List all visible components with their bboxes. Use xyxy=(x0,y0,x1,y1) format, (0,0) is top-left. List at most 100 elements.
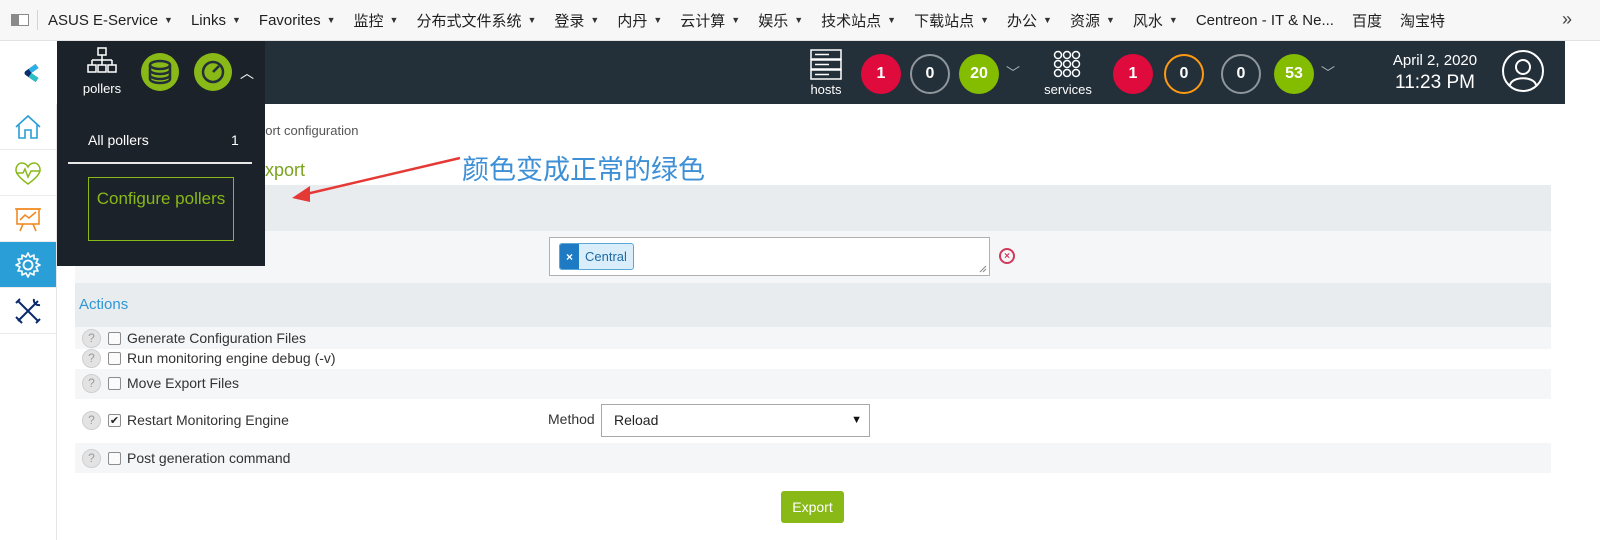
centreon-logo-icon xyxy=(24,63,38,82)
bookmark-label: 下载站点 xyxy=(914,12,975,30)
export-button[interactable]: Export xyxy=(781,491,844,523)
caret-down-icon: ▼ xyxy=(1043,15,1052,25)
bookmark-item[interactable]: ASUS E-Service ▼ xyxy=(48,12,173,29)
poller-dropdown: All pollers 1 Configure pollers xyxy=(57,104,265,266)
caret-down-icon: ▼ xyxy=(590,15,600,25)
bookmark-label: Favorites xyxy=(258,11,321,29)
bookmark-item[interactable]: 分布式文件系统 ▼ xyxy=(416,10,536,31)
hosts-unreachable-badge[interactable]: 0 xyxy=(910,54,950,94)
bookmark-label: 监控 xyxy=(353,12,384,30)
services-ok-badge[interactable]: 53 xyxy=(1274,54,1314,94)
home-icon xyxy=(15,114,41,139)
bookmark-label: 技术站点 xyxy=(821,12,882,30)
all-pollers-label[interactable]: All pollers xyxy=(88,132,149,148)
help-icon[interactable]: ? xyxy=(82,373,101,393)
caret-down-icon: ▼ xyxy=(980,15,990,25)
move-files-checkbox[interactable] xyxy=(108,376,121,390)
caret-down-icon: ▼ xyxy=(164,15,173,25)
services-unknown-badge[interactable]: 0 xyxy=(1221,54,1261,94)
action-label: Restart Monitoring Engine xyxy=(127,412,289,428)
bookmark-label: 娱乐 xyxy=(758,12,789,30)
restart-checkbox[interactable]: ✔ xyxy=(108,413,121,427)
resize-handle-icon[interactable] xyxy=(979,265,987,273)
hosts-server-icon xyxy=(810,49,842,80)
sidebar-item-configuration[interactable] xyxy=(0,242,56,288)
caret-down-icon: ▼ xyxy=(326,15,336,25)
bookmark-label: 分布式文件系统 xyxy=(416,12,522,30)
remove-poller-icon[interactable]: × xyxy=(560,244,579,269)
current-time: 11:23 PM xyxy=(1395,72,1475,93)
bookmark-item[interactable]: Centreon - IT & Ne... xyxy=(1196,12,1334,29)
services-chevron-down-icon[interactable]: ﹀ xyxy=(1321,63,1335,83)
bookmark-item[interactable]: 风水 ▼ xyxy=(1133,10,1178,31)
main-sidebar xyxy=(0,104,57,540)
bookmark-item[interactable]: 办公 ▼ xyxy=(1007,10,1052,31)
actions-section-title: Actions xyxy=(79,296,129,313)
bookmark-item[interactable]: 下载站点 ▼ xyxy=(914,10,989,31)
help-icon[interactable]: ? xyxy=(82,348,101,368)
bookmark-label: 百度 xyxy=(1351,12,1382,30)
sidebar-toggle-icon[interactable] xyxy=(11,14,29,26)
database-status-icon[interactable] xyxy=(141,53,179,91)
latency-status-icon[interactable] xyxy=(194,53,232,91)
sidebar-item-administration[interactable] xyxy=(0,288,56,334)
caret-down-icon: ▼ xyxy=(653,15,663,25)
database-icon xyxy=(148,59,172,85)
hosts-critical-badge[interactable]: 1 xyxy=(861,54,901,94)
bookmark-label: 内丹 xyxy=(617,12,648,30)
services-warning-badge[interactable]: 0 xyxy=(1164,54,1204,94)
bookmark-item[interactable]: 淘宝特 xyxy=(1400,10,1445,31)
chevron-up-icon[interactable]: ︿ xyxy=(240,63,254,83)
clear-selection-icon[interactable]: × xyxy=(999,248,1015,264)
action-label: Run monitoring engine debug (-v) xyxy=(127,350,336,366)
bookmarks-divider xyxy=(37,10,38,30)
centreon-logo[interactable] xyxy=(0,41,57,104)
poller-tree-icon xyxy=(87,47,117,73)
bookmark-item[interactable]: 监控 ▼ xyxy=(354,10,399,31)
sidebar-item-reporting[interactable] xyxy=(0,196,56,242)
bookmark-item[interactable]: Favorites ▼ xyxy=(259,12,336,29)
bookmark-item[interactable]: 百度 xyxy=(1352,10,1382,31)
hosts-label: hosts xyxy=(810,82,842,97)
caret-down-icon: ▼ xyxy=(232,15,241,25)
poller-multiselect[interactable]: × Central xyxy=(549,237,990,276)
bookmark-label: 淘宝特 xyxy=(1399,12,1445,30)
help-icon[interactable]: ? xyxy=(82,328,101,348)
bookmark-label: 办公 xyxy=(1007,12,1038,30)
method-label: Method xyxy=(548,411,595,427)
bookmark-item[interactable]: 资源 ▼ xyxy=(1070,10,1115,31)
help-icon[interactable]: ? xyxy=(82,410,101,430)
help-icon[interactable]: ? xyxy=(82,448,101,468)
method-select[interactable]: Reload ▼ xyxy=(601,404,870,437)
configure-pollers-button[interactable]: Configure pollers xyxy=(88,177,234,241)
bookmark-item[interactable]: 云计算 ▼ xyxy=(680,10,740,31)
sidebar-item-home[interactable] xyxy=(0,104,56,150)
bookmark-label: Centreon - IT & Ne... xyxy=(1195,11,1334,29)
sidebar-item-monitoring[interactable] xyxy=(0,150,56,196)
action-label: Move Export Files xyxy=(127,375,240,391)
bookmark-item[interactable]: 娱乐 ▼ xyxy=(758,10,803,31)
selected-poller-label: Central xyxy=(585,249,627,264)
breadcrumb: port configuration xyxy=(258,123,359,138)
services-critical-badge[interactable]: 1 xyxy=(1113,54,1153,94)
hosts-ok-badge[interactable]: 20 xyxy=(959,54,999,94)
action-label: Post generation command xyxy=(127,450,291,466)
bookmark-label: 资源 xyxy=(1069,12,1100,30)
post-command-checkbox[interactable] xyxy=(108,451,121,465)
user-menu-button[interactable] xyxy=(1502,50,1544,92)
bookmark-item[interactable]: 技术站点 ▼ xyxy=(821,10,896,31)
bookmarks-more-button[interactable]: » xyxy=(1562,9,1572,30)
generate-config-checkbox[interactable] xyxy=(108,331,121,345)
action-move-files: ? Move Export Files xyxy=(82,373,239,393)
caret-down-icon: ▼ xyxy=(1105,15,1115,25)
pollers-button[interactable]: pollers xyxy=(79,47,125,96)
bookmark-item[interactable]: 内丹 ▼ xyxy=(617,10,662,31)
bookmark-item[interactable]: 登录 ▼ xyxy=(554,10,599,31)
gear-icon xyxy=(15,251,41,278)
all-pollers-count: 1 xyxy=(231,132,239,148)
bookmark-list: ASUS E-Service ▼ Links ▼ Favorites ▼ 监控 ▼ 分布式文件系… xyxy=(48,10,1463,31)
bookmark-item[interactable]: Links ▼ xyxy=(191,12,241,29)
tools-icon xyxy=(15,297,41,324)
hosts-chevron-down-icon[interactable]: ﹀ xyxy=(1006,63,1020,83)
debug-checkbox[interactable] xyxy=(108,351,121,365)
